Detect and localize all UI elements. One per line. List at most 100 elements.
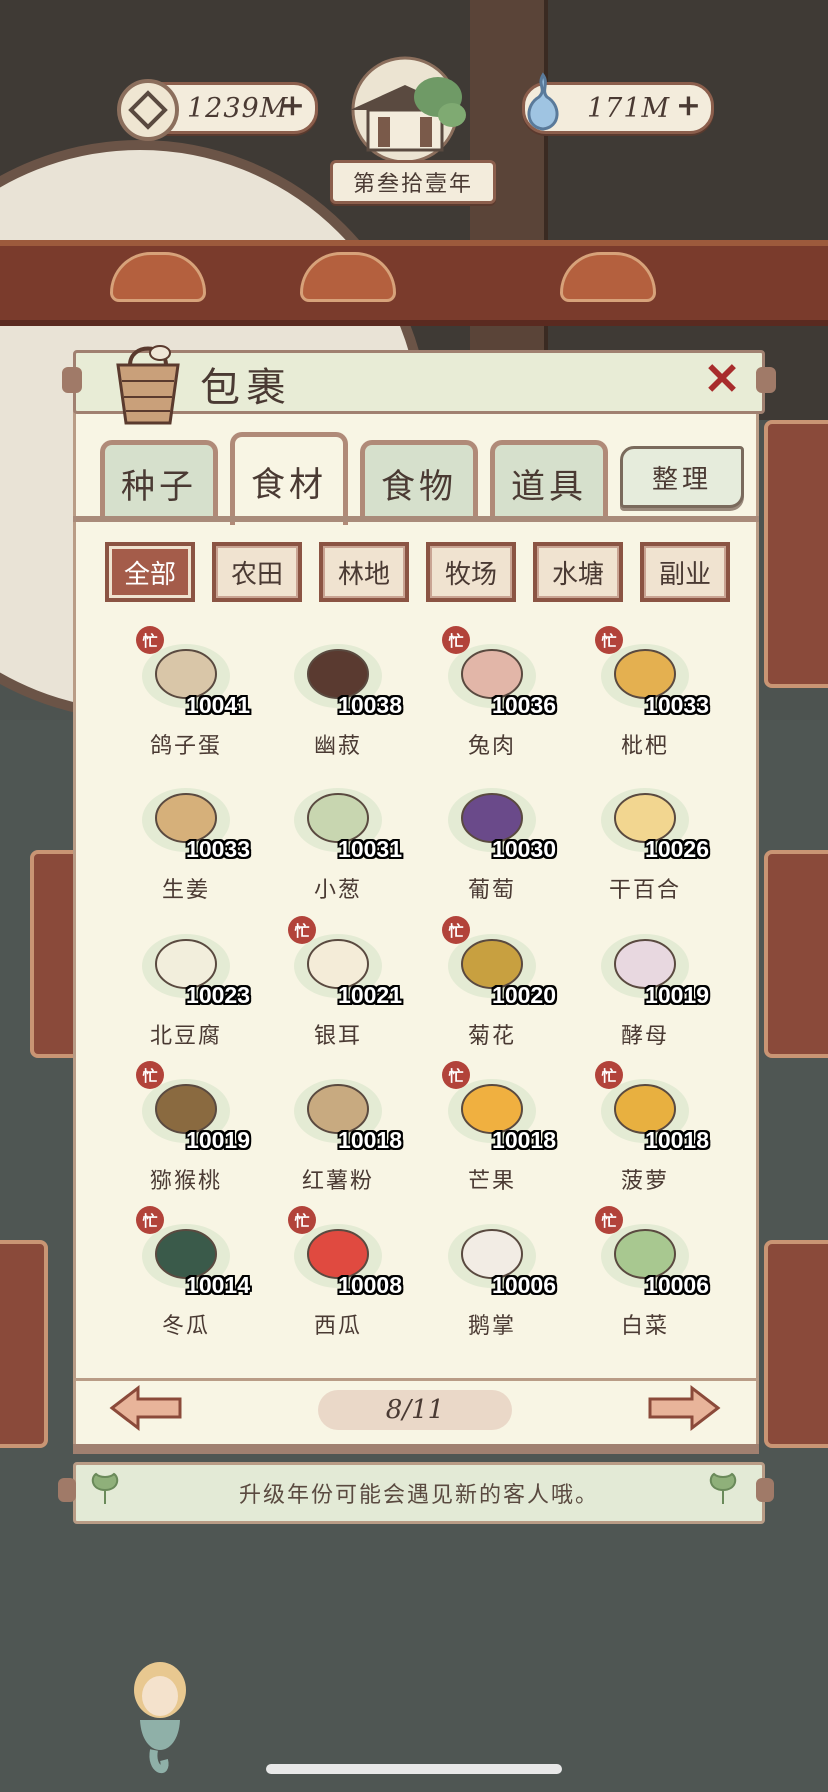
item-name: 菊花 <box>467 1024 516 1049</box>
ginkgo-leaf-icon <box>709 1472 737 1504</box>
item-name: 芒果 <box>467 1169 516 1194</box>
seasonal-stamp-icon: 忙 <box>136 626 164 654</box>
item-count: 10036 <box>492 692 556 718</box>
item-name: 生姜 <box>161 878 210 903</box>
year-house-icon[interactable] <box>330 55 480 165</box>
tab-tools[interactable]: 道具 <box>490 440 608 521</box>
item-name: 鸽子蛋 <box>149 734 222 759</box>
item-count: 10006 <box>492 1272 556 1298</box>
item-count: 10033 <box>186 836 250 862</box>
water-gourd-icon <box>527 72 559 131</box>
item-name: 兔肉 <box>467 734 516 759</box>
inventory-item[interactable]: 10006 鹅掌 <box>422 1200 562 1340</box>
inventory-item[interactable]: 10030 葡萄 <box>422 764 562 904</box>
coin-value: 1239M <box>187 92 289 124</box>
side-decoration <box>0 1240 48 1448</box>
tip-banner: 升级年份可能会遇见新的客人哦。 <box>73 1462 765 1524</box>
item-name: 鹅掌 <box>467 1314 516 1339</box>
item-count: 10041 <box>186 692 250 718</box>
water-counter[interactable]: 171M + <box>522 72 714 134</box>
inventory-item[interactable]: 忙 10006 白菜 <box>575 1200 715 1340</box>
inventory-item[interactable]: 忙 10020 菊花 <box>422 910 562 1050</box>
seasonal-stamp-icon: 忙 <box>442 1061 470 1089</box>
inventory-item[interactable]: 忙 10021 银耳 <box>268 910 408 1050</box>
inventory-item[interactable]: 忙 10041 鸽子蛋 <box>116 620 256 760</box>
inventory-item[interactable]: 10023 北豆腐 <box>116 910 256 1050</box>
item-count: 10026 <box>645 836 709 862</box>
item-name: 干百合 <box>608 878 681 903</box>
side-decoration <box>764 1240 828 1448</box>
item-name: 白菜 <box>620 1314 669 1339</box>
seasonal-stamp-icon: 忙 <box>595 626 623 654</box>
inventory-item[interactable]: 忙 10014 冬瓜 <box>116 1200 256 1340</box>
panel-bottom-roll <box>73 1444 759 1454</box>
item-count: 10023 <box>186 982 250 1008</box>
close-button[interactable]: ✕ <box>700 358 744 402</box>
seasonal-stamp-icon: 忙 <box>136 1206 164 1234</box>
tab-ingredients[interactable]: 食材 <box>230 432 348 525</box>
inventory-item[interactable]: 10033 生姜 <box>116 764 256 904</box>
tab-divider <box>73 516 759 522</box>
panel-title: 包裹 <box>200 365 292 411</box>
inventory-item[interactable]: 忙 10019 猕猴桃 <box>116 1055 256 1195</box>
seasonal-stamp-icon: 忙 <box>442 626 470 654</box>
item-name: 红薯粉 <box>301 1169 374 1194</box>
side-decoration <box>764 420 828 688</box>
item-count: 10038 <box>338 692 402 718</box>
add-coins-button[interactable]: + <box>280 91 305 121</box>
item-count: 10021 <box>338 982 402 1008</box>
item-count: 10030 <box>492 836 556 862</box>
inventory-item[interactable]: 忙 10008 西瓜 <box>268 1200 408 1340</box>
item-name: 猕猴桃 <box>149 1169 222 1194</box>
next-page-arrow-icon[interactable] <box>646 1384 722 1432</box>
inventory-item[interactable]: 10031 小葱 <box>268 764 408 904</box>
water-value: 171M <box>587 92 671 124</box>
page-indicator: 8/11 <box>318 1390 512 1430</box>
item-count: 10031 <box>338 836 402 862</box>
inventory-item[interactable]: 忙 10033 枇杷 <box>575 620 715 760</box>
prev-page-arrow-icon[interactable] <box>108 1384 184 1432</box>
add-water-button[interactable]: + <box>676 91 701 121</box>
inventory-item[interactable]: 忙 10018 芒果 <box>422 1055 562 1195</box>
copper-coin-icon <box>117 79 179 141</box>
coin-counter[interactable]: 1239M + <box>117 79 318 141</box>
filter-pond[interactable]: 水塘 <box>533 542 623 602</box>
seasonal-stamp-icon: 忙 <box>288 916 316 944</box>
seasonal-stamp-icon: 忙 <box>288 1206 316 1234</box>
inventory-item[interactable]: 10026 干百合 <box>575 764 715 904</box>
inventory-item[interactable]: 忙 10018 菠萝 <box>575 1055 715 1195</box>
year-label: 第叁拾壹年 <box>330 160 496 204</box>
tab-seeds[interactable]: 种子 <box>100 440 218 521</box>
home-indicator[interactable] <box>266 1764 562 1774</box>
scroll-knob <box>756 1478 774 1502</box>
item-name: 西瓜 <box>313 1314 362 1339</box>
filter-pasture[interactable]: 牧场 <box>426 542 516 602</box>
basket-icon <box>116 345 180 425</box>
side-decoration <box>764 850 828 1058</box>
item-count: 10008 <box>338 1272 402 1298</box>
filter-sideline[interactable]: 副业 <box>640 542 730 602</box>
inventory-item[interactable]: 忙 10036 兔肉 <box>422 620 562 760</box>
item-count: 10014 <box>186 1272 250 1298</box>
item-count: 10018 <box>338 1127 402 1153</box>
filter-farmland[interactable]: 农田 <box>212 542 302 602</box>
sort-button[interactable]: 整理 <box>620 446 744 508</box>
tab-food[interactable]: 食物 <box>360 440 478 521</box>
item-name: 小葱 <box>313 878 362 903</box>
inventory-item[interactable]: 10019 酵母 <box>575 910 715 1050</box>
filter-woodland[interactable]: 林地 <box>319 542 409 602</box>
filter-all[interactable]: 全部 <box>105 542 195 602</box>
inventory-item[interactable]: 10038 幽菽 <box>268 620 408 760</box>
seasonal-stamp-icon: 忙 <box>595 1061 623 1089</box>
item-name: 冬瓜 <box>161 1314 210 1339</box>
ginkgo-leaf-icon <box>91 1472 119 1504</box>
item-name: 枇杷 <box>620 734 669 759</box>
item-name: 酵母 <box>620 1024 669 1049</box>
scroll-knob <box>58 1478 76 1502</box>
item-name: 菠萝 <box>620 1169 669 1194</box>
item-count: 10019 <box>645 982 709 1008</box>
item-count: 10018 <box>645 1127 709 1153</box>
spirit-character[interactable] <box>120 1650 200 1780</box>
inventory-item[interactable]: 10018 红薯粉 <box>268 1055 408 1195</box>
item-count: 10020 <box>492 982 556 1008</box>
